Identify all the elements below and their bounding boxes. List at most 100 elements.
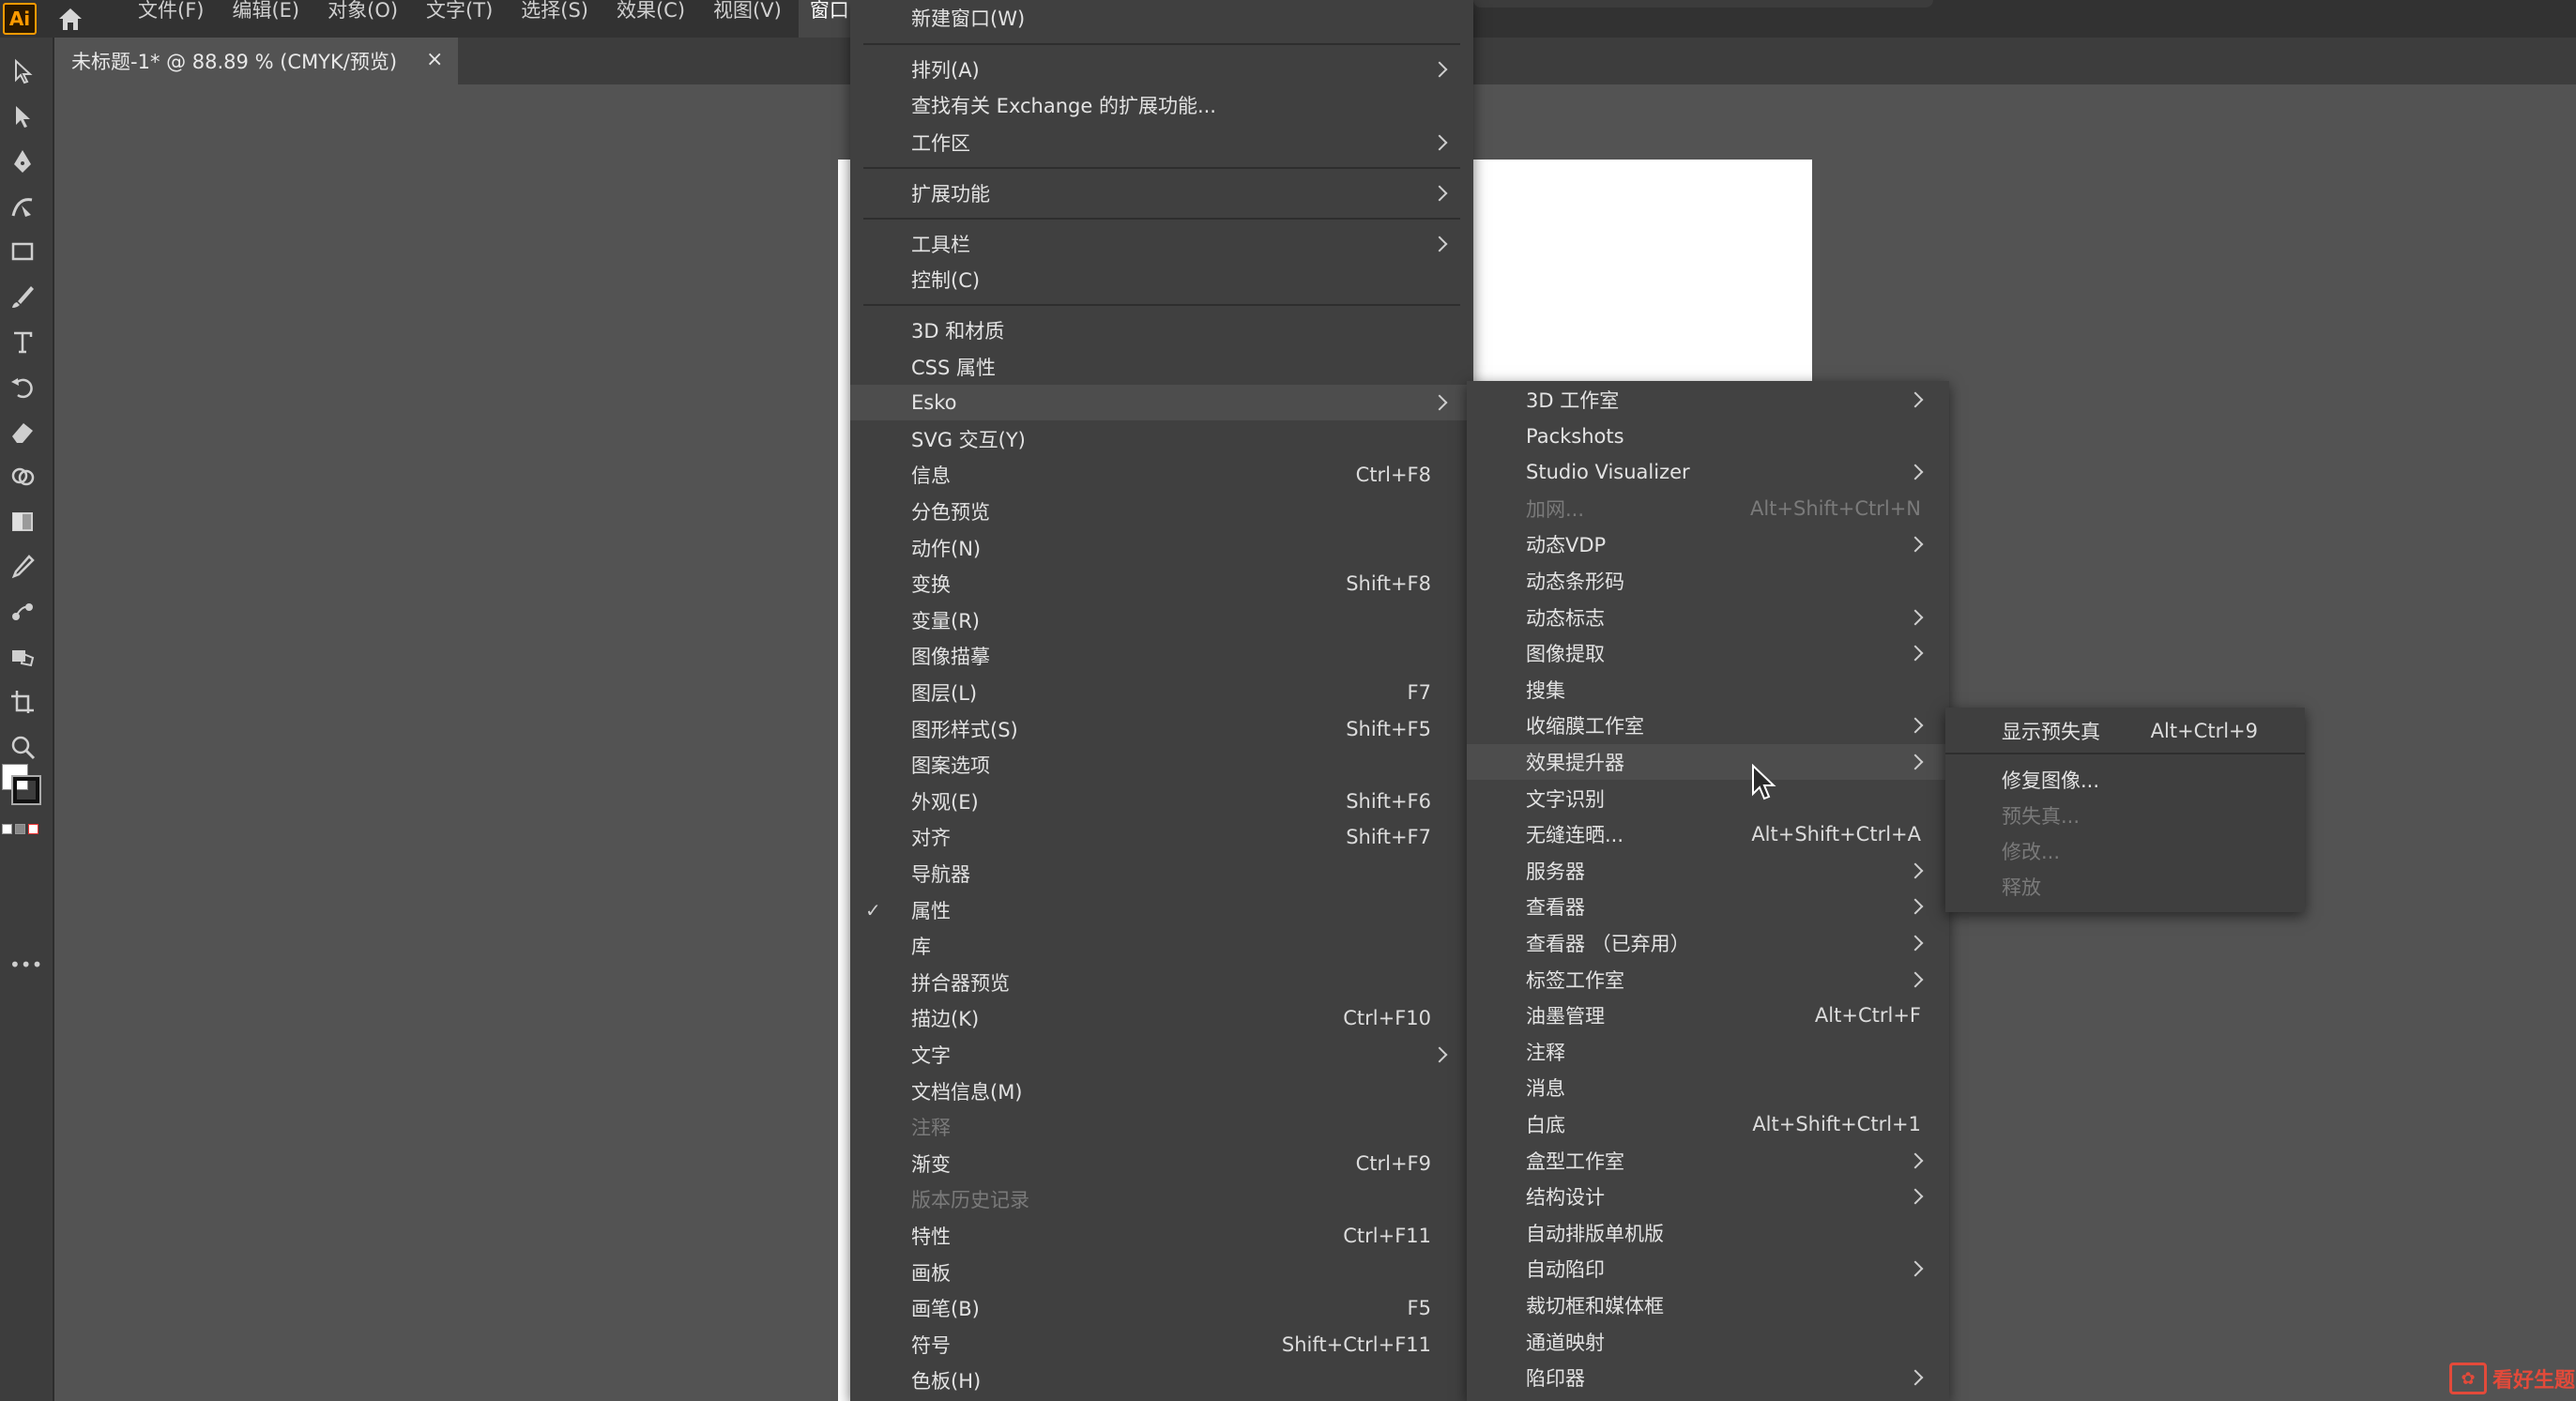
pen-tool-icon[interactable] — [6, 145, 39, 178]
esko-menu-item-label: Studio Visualizer — [1526, 461, 1690, 484]
window-menu-item[interactable]: 渐变 Ctrl+F9 — [850, 1146, 1473, 1181]
window-menu-item[interactable]: 新建窗口(W) — [850, 0, 1473, 36]
window-menu-item[interactable]: 变量(R) — [850, 602, 1473, 638]
esko-menu-item[interactable]: 无缝连晒... Alt+Shift+Ctrl+A — [1467, 816, 1949, 852]
effect-menu-item[interactable]: 显示预失真 Alt+Ctrl+9 — [1945, 713, 2305, 749]
menubar-item[interactable]: 对象(O) — [316, 0, 409, 38]
window-menu-item[interactable]: Esko — [850, 385, 1473, 421]
menubar-item[interactable]: 文字(T) — [415, 0, 504, 38]
window-menu-item[interactable]: 文档信息(M) — [850, 1074, 1473, 1109]
chevron-right-icon — [1907, 645, 1924, 662]
window-menu-item[interactable]: 特性 Ctrl+F11 — [850, 1218, 1473, 1254]
zoom-tool-icon[interactable] — [6, 730, 39, 764]
esko-menu-item-shortcut: Alt+Ctrl+F — [1814, 1004, 1921, 1028]
esko-menu-item[interactable]: 通道映射 — [1467, 1324, 1949, 1360]
menubar-item[interactable]: 编辑(E) — [221, 0, 311, 38]
window-menu-item[interactable]: 画板 — [850, 1255, 1473, 1290]
window-menu-item[interactable]: 扩展功能 — [850, 175, 1473, 211]
esko-menu-item[interactable]: 盒型工作室 — [1467, 1143, 1949, 1179]
esko-menu-item[interactable]: 动态条形码 — [1467, 563, 1949, 599]
rectangle-tool-icon[interactable] — [6, 235, 39, 268]
esko-menu-item[interactable]: 搜集 — [1467, 672, 1949, 708]
blend-tool-icon[interactable] — [6, 595, 39, 629]
esko-menu-item[interactable]: 裁切框和媒体框 — [1467, 1287, 1949, 1323]
window-menu-item[interactable]: 图形样式(S) Shift+F5 — [850, 711, 1473, 747]
menubar-item[interactable]: 选择(S) — [510, 0, 600, 38]
window-menu-item[interactable]: 符号 Shift+Ctrl+F11 — [850, 1327, 1473, 1363]
menubar-item[interactable]: 效果(C) — [605, 0, 696, 38]
window-menu-item[interactable]: CSS 属性 — [850, 349, 1473, 385]
document-tab[interactable]: 未标题-1* @ 88.89 % (CMYK/预览) × — [54, 38, 458, 84]
window-menu-item[interactable]: 文字 — [850, 1037, 1473, 1073]
paintbrush-tool-icon[interactable] — [6, 280, 39, 313]
window-menu-item[interactable]: 工作区 — [850, 125, 1473, 160]
esko-menu-item[interactable]: 标签工作室 — [1467, 962, 1949, 997]
window-menu-item[interactable]: 描边(K) Ctrl+F10 — [850, 1000, 1473, 1036]
window-menu-item[interactable]: 库 — [850, 928, 1473, 964]
eraser-tool-icon[interactable] — [6, 415, 39, 449]
esko-menu-item[interactable]: 服务器 — [1467, 853, 1949, 889]
esko-menu-item[interactable]: 文字识别 — [1467, 781, 1949, 816]
esko-menu-item[interactable]: 动态VDP — [1467, 526, 1949, 562]
esko-menu-item[interactable]: 消息 — [1467, 1070, 1949, 1105]
esko-menu-item[interactable]: Studio Visualizer — [1467, 454, 1949, 490]
esko-menu-item-label: 通道映射 — [1526, 1331, 1605, 1354]
esko-menu-item[interactable]: 陷印器 — [1467, 1360, 1949, 1395]
rotate-tool-icon[interactable] — [6, 370, 39, 404]
effect-menu-item[interactable]: 修复图像... — [1945, 762, 2305, 798]
home-icon[interactable] — [52, 0, 89, 38]
esko-menu-item[interactable]: 查看器 （已弃用） — [1467, 925, 1949, 961]
window-menu-item[interactable]: 分色预览 — [850, 494, 1473, 529]
window-menu-item[interactable]: 控制(C) — [850, 262, 1473, 297]
window-menu-item[interactable]: 外观(E) Shift+F6 — [850, 784, 1473, 819]
window-menu-item[interactable]: 动作(N) — [850, 530, 1473, 566]
window-menu-item[interactable]: 信息 Ctrl+F8 — [850, 457, 1473, 493]
window-menu-item[interactable]: 图层(L) F7 — [850, 675, 1473, 710]
esko-menu-item[interactable]: Packshots — [1467, 419, 1949, 454]
window-menu-item[interactable]: 对齐 Shift+F7 — [850, 819, 1473, 855]
window-menu-item[interactable]: 变换 Shift+F8 — [850, 566, 1473, 602]
chevron-right-icon — [1907, 717, 1924, 734]
workspace-switcher[interactable] — [1473, 0, 1933, 8]
gradient-tool-icon[interactable] — [6, 505, 39, 539]
esko-menu-item[interactable]: 图像提取 — [1467, 635, 1949, 671]
close-icon[interactable]: × — [426, 48, 443, 71]
menubar-item[interactable]: 视图(V) — [702, 0, 793, 38]
type-tool-icon[interactable] — [6, 325, 39, 358]
window-menu-item[interactable]: 色板(H) — [850, 1363, 1473, 1398]
window-menu-item[interactable]: 画笔(B) F5 — [850, 1290, 1473, 1326]
esko-menu-item[interactable]: 油墨管理 Alt+Ctrl+F — [1467, 997, 1949, 1033]
window-menu-item[interactable]: SVG 交互(Y) — [850, 421, 1473, 457]
window-menu-item[interactable]: ✓ 属性 — [850, 892, 1473, 928]
esko-menu-item[interactable]: 动态标志 — [1467, 600, 1949, 635]
illustrator-window: Ai 文件(F) 编辑(E) 对象(O) 文字(T) 选择(S) 效果(C) 视图(V) 窗口… — [0, 0, 2576, 1401]
direct-selection-tool-icon[interactable] — [6, 99, 39, 133]
selection-tool-icon[interactable] — [6, 54, 39, 88]
window-menu-item[interactable]: 拼合器预览 — [850, 965, 1473, 1000]
esko-menu-item[interactable]: 白底 Alt+Shift+Ctrl+1 — [1467, 1106, 1949, 1142]
esko-menu-item[interactable]: 效果提升器 — [1467, 744, 1949, 780]
window-menu-item[interactable]: 导航器 — [850, 856, 1473, 891]
artboard-tool-icon[interactable] — [6, 685, 39, 719]
window-menu-item[interactable]: 3D 和材质 — [850, 312, 1473, 348]
window-menu-item[interactable]: 图像描摹 — [850, 638, 1473, 674]
window-menu-item[interactable]: 工具栏 — [850, 226, 1473, 262]
window-menu-item[interactable]: 图案选项 — [850, 747, 1473, 783]
esko-menu-item[interactable]: 收缩膜工作室 — [1467, 708, 1949, 743]
menubar-item[interactable]: 文件(F) — [127, 0, 215, 38]
esko-menu-item[interactable]: 结构设计 — [1467, 1179, 1949, 1214]
shape-builder-tool-icon[interactable] — [6, 460, 39, 494]
window-menu-item[interactable]: 查找有关 Exchange 的扩展功能... — [850, 87, 1473, 123]
esko-menu-item[interactable]: 注释 — [1467, 1034, 1949, 1070]
live-paint-tool-icon[interactable] — [6, 640, 39, 674]
window-menu-item[interactable]: 排列(A) — [850, 52, 1473, 87]
more-tools-button[interactable]: ••• — [9, 953, 42, 976]
esko-menu-item[interactable]: 3D 工作室 — [1467, 382, 1949, 418]
color-mode-buttons[interactable] — [2, 824, 38, 834]
eyedropper-tool-icon[interactable] — [6, 550, 39, 584]
esko-menu-item[interactable]: 查看器 — [1467, 889, 1949, 924]
stroke-swatch[interactable] — [11, 775, 41, 805]
curvature-tool-icon[interactable] — [6, 190, 39, 223]
esko-menu-item[interactable]: 自动陷印 — [1467, 1251, 1949, 1287]
esko-menu-item[interactable]: 自动排版单机版 — [1467, 1215, 1949, 1251]
